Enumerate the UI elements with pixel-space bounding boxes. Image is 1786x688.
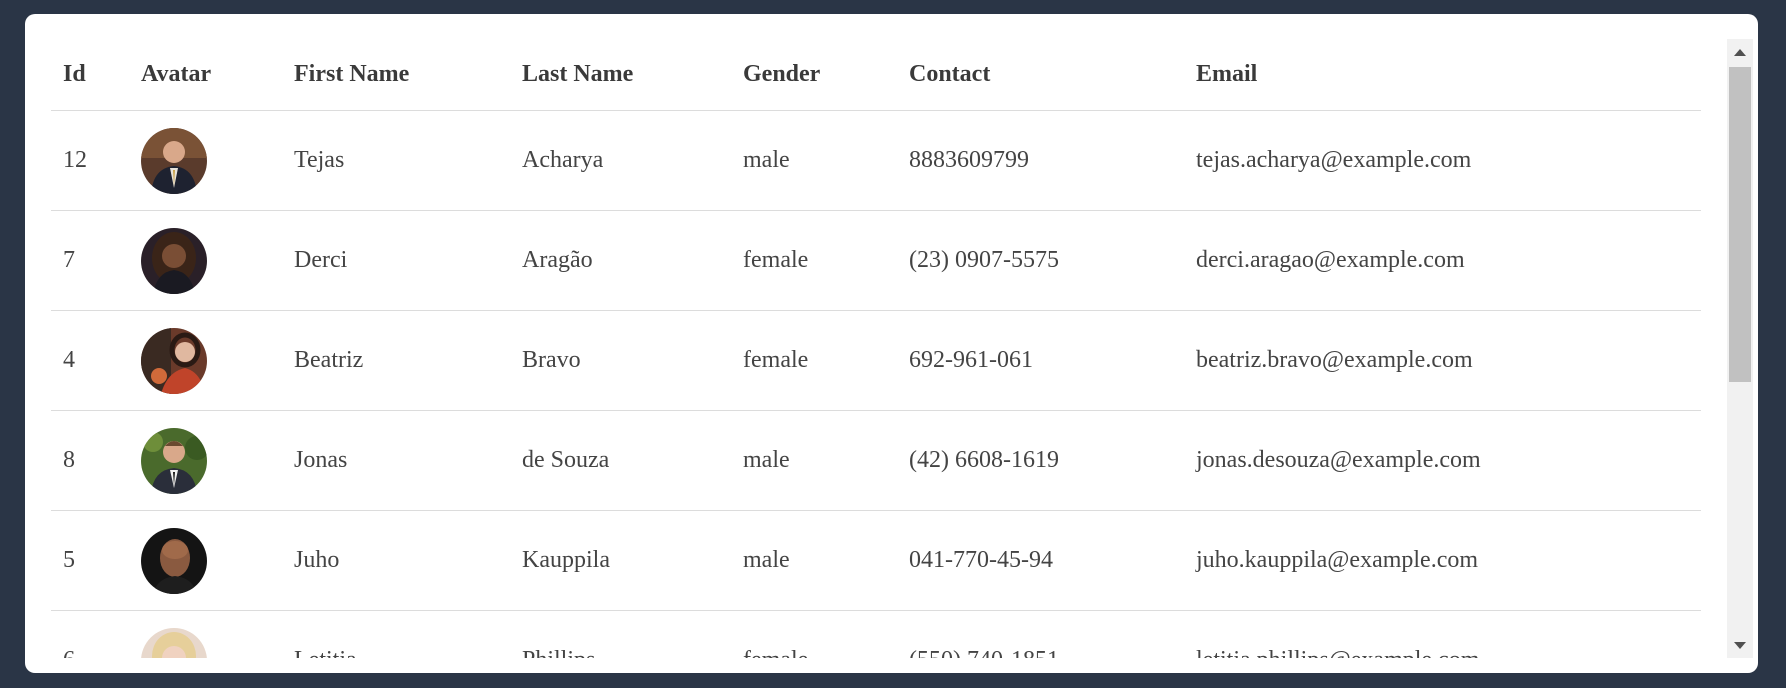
cell-contact: 8883609799 [897,110,1184,211]
table-row[interactable]: 5 Juho Kauppila male 041-770-45-94 juho.… [51,510,1701,611]
avatar [141,327,207,394]
cell-last-name: Bravo [510,310,731,411]
table-row[interactable]: 6 Letitia Phillips female (550) 740-1851… [51,610,1701,658]
cell-last-name: Phillips [510,610,731,658]
avatar [141,527,207,594]
cell-first-name: Derci [282,210,510,311]
avatar [141,427,207,494]
cell-email: derci.aragao@example.com [1184,210,1701,311]
cell-first-name: Letitia [282,610,510,658]
column-header-id[interactable]: Id [51,39,129,111]
cell-last-name: Aragão [510,210,731,311]
cell-email: jonas.desouza@example.com [1184,410,1701,511]
cell-gender: male [731,110,897,211]
column-header-contact[interactable]: Contact [897,39,1184,111]
table-header: Id Avatar First Name Last Name Gender Co… [51,39,1701,111]
cell-gender: female [731,310,897,411]
cell-last-name: de Souza [510,410,731,511]
cell-id: 7 [51,210,129,311]
cell-avatar [129,110,282,211]
column-header-last-name[interactable]: Last Name [510,39,731,111]
scroll-down-button[interactable] [1727,634,1753,656]
table-row[interactable]: 4 Beatriz Bravo female 692-961-061 beatr… [51,310,1701,411]
column-header-email[interactable]: Email [1184,39,1701,111]
cell-gender: female [731,610,897,658]
cell-contact: (550) 740-1851 [897,610,1184,658]
cell-id: 8 [51,410,129,511]
header-row: Id Avatar First Name Last Name Gender Co… [51,39,1701,111]
cell-email: juho.kauppila@example.com [1184,510,1701,611]
cell-contact: 692-961-061 [897,310,1184,411]
cell-contact: 041-770-45-94 [897,510,1184,611]
cell-avatar [129,410,282,511]
cell-avatar [129,510,282,611]
table-row[interactable]: 7 Derci Aragão female (23) 0907-5575 der… [51,210,1701,311]
table-scroll-area[interactable]: Id Avatar First Name Last Name Gender Co… [51,39,1727,658]
avatar [141,127,207,194]
cell-id: 12 [51,110,129,211]
cell-gender: male [731,510,897,611]
table-row[interactable]: 8 Jonas de Souza male (42) 6608-1619 jon… [51,410,1701,511]
table-row[interactable]: 12 Tejas Acharya male 8883609799 tejas.a… [51,110,1701,211]
column-header-first-name[interactable]: First Name [282,39,510,111]
cell-first-name: Tejas [282,110,510,211]
cell-first-name: Juho [282,510,510,611]
cell-id: 4 [51,310,129,411]
column-header-gender[interactable]: Gender [731,39,897,111]
avatar [141,227,207,294]
cell-last-name: Acharya [510,110,731,211]
cell-avatar [129,210,282,311]
cell-avatar [129,610,282,658]
users-table: Id Avatar First Name Last Name Gender Co… [51,39,1701,658]
cell-gender: male [731,410,897,511]
cell-gender: female [731,210,897,311]
cell-email: letitia.phillips@example.com [1184,610,1701,658]
scroll-up-button[interactable] [1727,41,1753,63]
cell-email: beatriz.bravo@example.com [1184,310,1701,411]
cell-contact: (42) 6608-1619 [897,410,1184,511]
scrollbar-thumb[interactable] [1729,67,1751,382]
cell-first-name: Beatriz [282,310,510,411]
cell-email: tejas.acharya@example.com [1184,110,1701,211]
cell-id: 5 [51,510,129,611]
users-table-card: Id Avatar First Name Last Name Gender Co… [25,14,1758,673]
cell-first-name: Jonas [282,410,510,511]
avatar [141,627,207,658]
cell-last-name: Kauppila [510,510,731,611]
chevron-up-icon [1734,48,1746,56]
cell-contact: (23) 0907-5575 [897,210,1184,311]
vertical-scrollbar[interactable] [1727,39,1753,658]
cell-id: 6 [51,610,129,658]
cell-avatar [129,310,282,411]
table-body: 12 Tejas Acharya male 8883609799 tejas.a… [51,110,1701,658]
chevron-down-icon [1734,641,1746,649]
column-header-avatar[interactable]: Avatar [129,39,282,111]
